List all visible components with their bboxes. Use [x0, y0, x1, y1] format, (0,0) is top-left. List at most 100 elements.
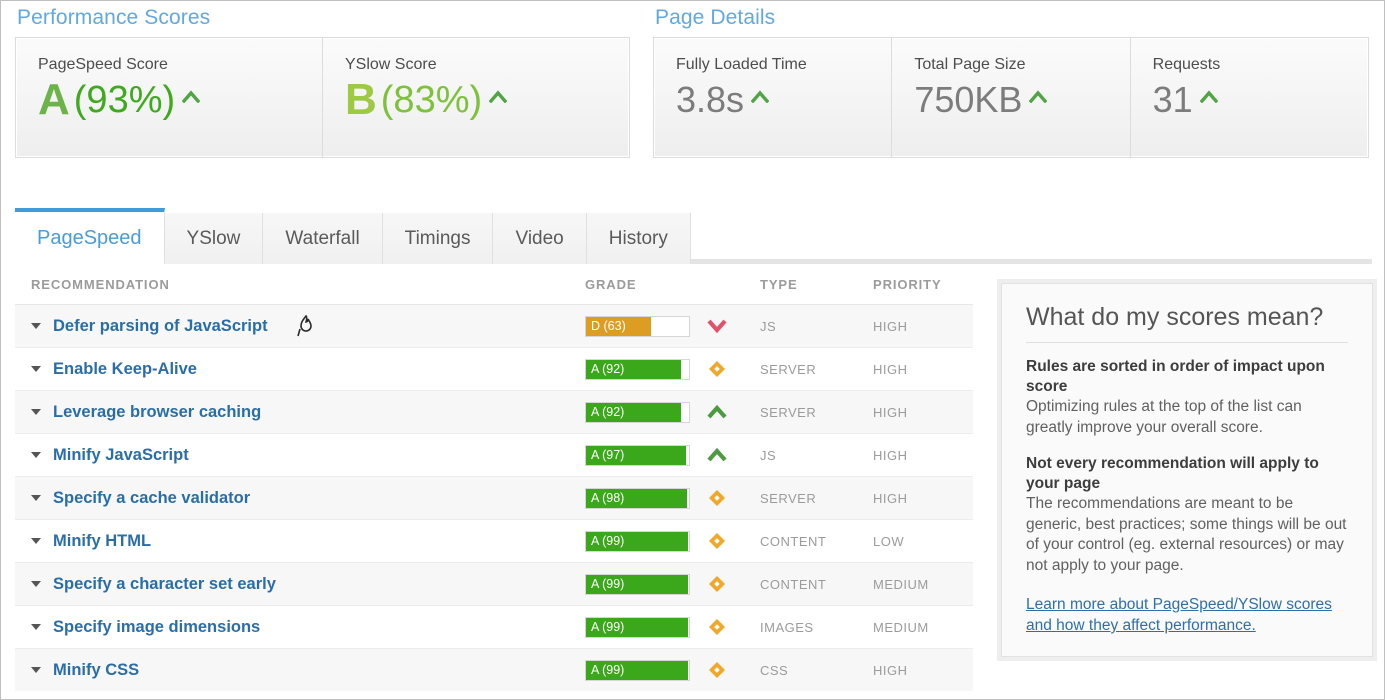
type-cell: JS — [760, 447, 777, 463]
pagespeed-score-card: PageSpeed Score A (93%) — [16, 38, 323, 157]
table-row[interactable]: Defer parsing of JavaScript D (63) JS HIGH — [15, 304, 973, 347]
expand-toggle-icon[interactable] — [31, 323, 41, 329]
grade-bar-label: A (97) — [591, 447, 625, 462]
learn-more-link[interactable]: Learn more about PageSpeed/YSlow scores … — [1026, 594, 1348, 636]
yslow-grade-letter: B — [345, 75, 377, 124]
expand-toggle-icon[interactable] — [31, 409, 41, 415]
diamond-icon — [707, 617, 727, 637]
type-cell: IMAGES — [760, 619, 814, 635]
diamond-icon — [707, 488, 727, 508]
grade-cell: A (97) — [585, 444, 760, 466]
summary-row: Performance Scores PageSpeed Score A (93… — [1, 1, 1384, 173]
priority-cell: HIGH — [873, 662, 908, 678]
grade-bar: A (99) — [585, 573, 690, 595]
recommendation-cell: Minify JavaScript — [15, 446, 585, 465]
pagespeed-grade-letter: A — [38, 75, 70, 124]
grade-bar: A (98) — [585, 487, 690, 509]
grade-bar-label: A (92) — [591, 361, 625, 376]
yslow-grade-percent: (83%) — [380, 79, 483, 121]
table-row[interactable]: Specify a cache validator A (98) SERVER HIG… — [15, 476, 973, 519]
tab-waterfall[interactable]: Waterfall — [263, 213, 383, 264]
expand-toggle-icon[interactable] — [31, 452, 41, 458]
type-cell: CONTENT — [760, 576, 827, 592]
fully-loaded-time-card: Fully Loaded Time 3.8s — [654, 38, 893, 157]
recommendation-name[interactable]: Specify image dimensions — [53, 618, 260, 637]
column-header-grade: GRADE — [585, 276, 637, 292]
tab-video[interactable]: Video — [493, 213, 587, 264]
table-row[interactable]: Specify image dimensions A (99) IMAGES MEDI… — [15, 605, 973, 648]
tab-waterfall-label: Waterfall — [285, 227, 360, 249]
pagespeed-grade-percent: (93%) — [73, 79, 176, 121]
grade-bar: A (92) — [585, 401, 690, 423]
recommendation-name[interactable]: Leverage browser caching — [53, 403, 261, 422]
tab-yslow[interactable]: YSlow — [164, 213, 264, 264]
grade-bar: A (99) — [585, 659, 690, 681]
grade-bar-label: D (63) — [591, 318, 626, 333]
recommendation-name[interactable]: Enable Keep-Alive — [53, 360, 197, 379]
type-cell: SERVER — [760, 361, 817, 377]
type-cell: JS — [760, 318, 777, 334]
expand-toggle-icon[interactable] — [31, 581, 41, 587]
table-body: Defer parsing of JavaScript D (63) JS HIGH E… — [15, 304, 973, 691]
column-header-type: TYPE — [760, 276, 798, 292]
grade-bar: A (99) — [585, 616, 690, 638]
table-row[interactable]: Leverage browser caching A (92) SERVER HIGH — [15, 390, 973, 433]
requests-value-wrap: 31 — [1153, 78, 1368, 122]
fully-loaded-time-value-wrap: 3.8s — [676, 78, 891, 122]
table-header-row: RECOMMENDATION GRADE TYPE PRIORITY — [15, 264, 973, 304]
grade-cell: A (99) — [585, 573, 760, 595]
recommendation-name[interactable]: Specify a character set early — [53, 575, 276, 594]
column-header-recommendation: RECOMMENDATION — [31, 276, 170, 292]
recommendation-name[interactable]: Defer parsing of JavaScript — [53, 317, 268, 336]
explainer-title: What do my scores mean? — [1026, 302, 1348, 343]
grade-cell: A (99) — [585, 530, 760, 552]
recommendation-name[interactable]: Specify a cache validator — [53, 489, 250, 508]
performance-scores-cards: PageSpeed Score A (93%) YSlow Score B (8… — [15, 37, 630, 158]
expand-toggle-icon[interactable] — [31, 667, 41, 673]
expand-toggle-icon[interactable] — [31, 624, 41, 630]
main-content: RECOMMENDATION GRADE TYPE PRIORITY Defer… — [1, 264, 1384, 699]
chevron-up-icon — [707, 445, 727, 465]
requests-label: Requests — [1152, 56, 1221, 73]
grade-cell: A (99) — [585, 659, 760, 681]
requests-card: Requests 31 — [1131, 38, 1368, 157]
expand-toggle-icon[interactable] — [31, 538, 41, 544]
grade-bar: A (97) — [585, 444, 690, 466]
recommendation-cell: Specify image dimensions — [15, 618, 585, 637]
tab-pagespeed[interactable]: PageSpeed — [15, 208, 165, 264]
gtmetrix-report-page: Performance Scores PageSpeed Score A (93… — [0, 0, 1385, 700]
table-row[interactable]: Specify a character set early A (99) CONTE… — [15, 562, 973, 605]
caret-up-icon — [751, 89, 770, 103]
total-page-size-value-wrap: 750KB — [914, 78, 1129, 122]
table-row[interactable]: Minify JavaScript A (97) JS HIGH — [15, 433, 973, 476]
caret-up-icon — [182, 89, 201, 103]
table-row[interactable]: Enable Keep-Alive A (92) SERVER HIGH — [15, 347, 973, 390]
explainer-heading-1: Rules are sorted in order of impact upon… — [1026, 358, 1325, 395]
expand-toggle-icon[interactable] — [31, 366, 41, 372]
grade-bar: A (99) — [585, 530, 690, 552]
grade-bar-label: A (99) — [591, 619, 625, 634]
tab-timings[interactable]: Timings — [382, 213, 494, 264]
page-details-section: Page Details Fully Loaded Time 3.8s Tota… — [653, 1, 1369, 158]
pagespeed-score-value: A (93%) — [38, 78, 322, 122]
chevron-down-icon — [707, 316, 727, 336]
recommendation-name[interactable]: Minify HTML — [53, 532, 151, 551]
grade-cell: A (98) — [585, 487, 760, 509]
fully-loaded-time-value: 3.8s — [676, 79, 745, 120]
expand-toggle-icon[interactable] — [31, 495, 41, 501]
priority-cell: HIGH — [873, 447, 908, 463]
recommendation-cell: Minify CSS — [15, 661, 585, 680]
table-row[interactable]: Minify CSS A (99) CSS HIGH — [15, 648, 973, 691]
tab-history[interactable]: History — [586, 213, 691, 264]
grade-bar: D (63) — [585, 315, 690, 337]
total-page-size-card: Total Page Size 750KB — [892, 38, 1131, 157]
diamond-icon — [707, 531, 727, 551]
requests-value: 31 — [1152, 79, 1193, 120]
recommendation-name[interactable]: Minify CSS — [53, 661, 139, 680]
report-tabs: PageSpeed YSlow Waterfall Timings Video … — [15, 208, 1372, 264]
recommendation-cell: Leverage browser caching — [15, 403, 585, 422]
fully-loaded-time-label: Fully Loaded Time — [676, 56, 807, 73]
table-row[interactable]: Minify HTML A (99) CONTENT LOW — [15, 519, 973, 562]
recommendation-name[interactable]: Minify JavaScript — [53, 446, 189, 465]
recommendation-cell: Minify HTML — [15, 532, 585, 551]
